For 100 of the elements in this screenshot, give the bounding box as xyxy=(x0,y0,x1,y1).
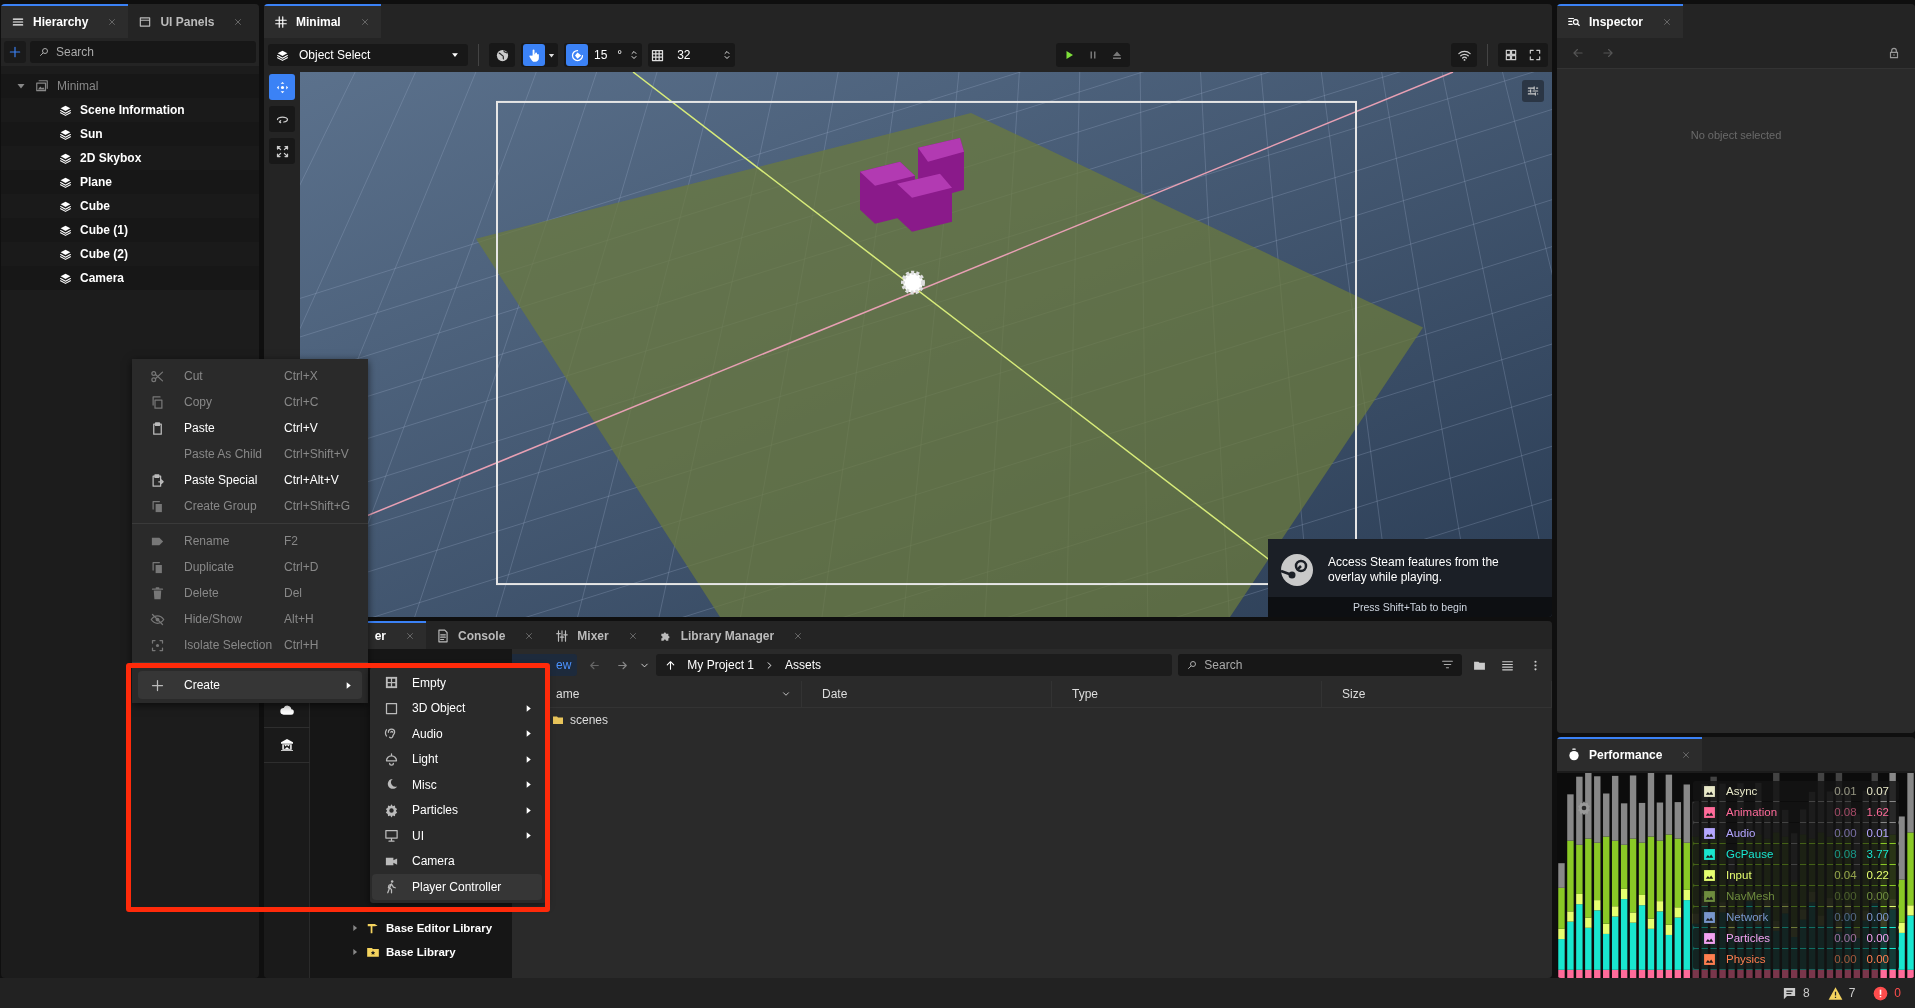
search-field[interactable]: Search xyxy=(1178,654,1462,676)
search-list-icon xyxy=(1567,15,1581,29)
breadcrumb-link[interactable]: Assets xyxy=(785,658,822,672)
layers-icon xyxy=(59,127,72,141)
expand-icon xyxy=(274,143,290,159)
panel-tab[interactable]: Mixer xyxy=(545,621,649,649)
focus-icon xyxy=(150,637,165,653)
eject-icon xyxy=(1110,49,1123,61)
fullscreen-icon xyxy=(1528,48,1542,62)
arrow-right-icon xyxy=(1601,46,1615,60)
panel-tab[interactable]: UI Panels xyxy=(128,4,255,38)
view-settings-button[interactable] xyxy=(1522,80,1544,102)
layers-icon xyxy=(59,175,72,189)
comment-icon xyxy=(1781,985,1797,1001)
grid-icon xyxy=(1504,48,1518,62)
empty-message: No object selected xyxy=(1690,129,1782,143)
menu-item[interactable]: Player Controller xyxy=(372,874,542,900)
gear-icon xyxy=(384,802,399,818)
plus-icon xyxy=(150,677,165,693)
metric-row[interactable]: Physics 0.00 0.00 xyxy=(1693,949,1899,969)
panel-tab[interactable]: Inspector xyxy=(1557,4,1683,38)
grid-icon xyxy=(650,47,666,63)
monitor-icon xyxy=(384,828,399,844)
metric-row[interactable]: Audio 0.00 0.01 xyxy=(1693,823,1899,843)
tree-item[interactable]: Base Editor Library xyxy=(310,916,512,940)
menu-item[interactable]: Create xyxy=(138,671,362,699)
toast-hint: Press Shift+Tab to begin xyxy=(1268,597,1552,617)
orbit-tool-button[interactable] xyxy=(269,106,295,132)
panel-tab[interactable]: Hierarchy xyxy=(1,4,129,38)
metric-row[interactable]: Particles 0.00 0.00 xyxy=(1693,928,1899,948)
metric-row[interactable]: GcPause 0.08 3.77 xyxy=(1693,844,1899,864)
add-button[interactable] xyxy=(4,41,26,63)
layers-icon xyxy=(59,151,72,165)
menu-item[interactable]: Paste Special Ctrl+Alt+V xyxy=(132,467,368,493)
stopwatch-icon xyxy=(1567,748,1581,762)
tree-item[interactable]: Base Library xyxy=(310,940,512,964)
tree-item[interactable]: Camera xyxy=(1,266,259,290)
hash-icon xyxy=(274,15,288,29)
trash-icon xyxy=(150,585,165,601)
bank-icon xyxy=(278,737,295,753)
layers-icon xyxy=(276,48,289,62)
lock-icon xyxy=(1887,46,1901,60)
column-header[interactable]: Date xyxy=(802,681,1052,707)
tree-item[interactable]: Cube (1) xyxy=(1,218,259,242)
scissors-icon xyxy=(150,368,165,384)
warning-icon xyxy=(1827,985,1843,1001)
panel-tab[interactable]: Minimal xyxy=(264,4,381,38)
window-icon xyxy=(138,15,153,29)
tree-item[interactable]: Plane xyxy=(1,170,259,194)
move-tool-button[interactable] xyxy=(269,74,295,100)
copy-icon xyxy=(150,559,165,575)
menu-item[interactable]: Misc xyxy=(372,772,542,798)
panel-tab[interactable]: Console xyxy=(426,621,546,649)
error-count[interactable]: 0 xyxy=(1873,985,1901,1001)
hammer-icon xyxy=(366,921,380,935)
search-field[interactable]: Search xyxy=(30,41,256,63)
copy-icon xyxy=(150,498,165,514)
toast-message: Access Steam features from the overlay while playing. xyxy=(1328,555,1500,585)
menu-item[interactable]: Light xyxy=(372,746,542,772)
square-icon xyxy=(384,700,399,716)
plus-icon xyxy=(8,45,22,59)
rotation-snap-value[interactable]: 15 xyxy=(590,48,612,62)
metric-row[interactable]: Network 0.00 0.00 xyxy=(1693,907,1899,927)
folder-icon xyxy=(552,714,564,726)
copy-icon xyxy=(150,394,165,410)
degree-unit: ° xyxy=(616,48,624,62)
mode-dropdown[interactable]: Object Select xyxy=(268,44,468,66)
close-icon xyxy=(1661,16,1673,28)
metric-row[interactable]: Async 0.01 0.07 xyxy=(1693,781,1899,801)
menu-item[interactable]: Camera xyxy=(372,848,542,874)
settings-icon xyxy=(1576,800,1592,816)
metric-row[interactable]: Input 0.04 0.22 xyxy=(1693,865,1899,885)
column-header[interactable]: Size xyxy=(1322,681,1552,707)
sort-icon xyxy=(781,689,791,699)
menu-item[interactable]: Paste Ctrl+V xyxy=(132,415,368,441)
metric-row[interactable]: Animation 0.08 1.62 xyxy=(1693,802,1899,822)
tree-item[interactable]: Sun xyxy=(1,122,259,146)
search-icon xyxy=(38,46,50,58)
breadcrumb-link[interactable]: My Project 1 xyxy=(687,658,755,672)
error-icon xyxy=(1873,985,1889,1001)
tree-item[interactable]: Minimal xyxy=(1,74,259,98)
message-count[interactable]: 8 xyxy=(1781,985,1810,1001)
fit-tool-button[interactable] xyxy=(269,138,295,164)
hand-tool-button[interactable] xyxy=(523,44,545,66)
list-icon xyxy=(1500,658,1514,672)
lamp-icon xyxy=(384,751,399,767)
grid-icon xyxy=(384,675,399,691)
menu-item[interactable]: Particles xyxy=(372,797,542,823)
menu-item[interactable]: UI xyxy=(372,823,542,849)
panel-tab[interactable]: Performance xyxy=(1557,737,1703,771)
globe-icon xyxy=(494,47,510,63)
eye-slash-icon xyxy=(150,611,165,627)
metric-row[interactable]: NavMesh 0.00 0.00 xyxy=(1693,886,1899,906)
warning-count[interactable]: 7 xyxy=(1827,985,1856,1001)
panel-tab[interactable]: Library Manager xyxy=(648,621,815,649)
hand-icon xyxy=(526,47,542,63)
layers-icon xyxy=(59,247,72,261)
rotation-snap-button[interactable] xyxy=(566,44,588,66)
column-header[interactable]: Type xyxy=(1052,681,1322,707)
steam-logo-icon xyxy=(1280,553,1314,587)
